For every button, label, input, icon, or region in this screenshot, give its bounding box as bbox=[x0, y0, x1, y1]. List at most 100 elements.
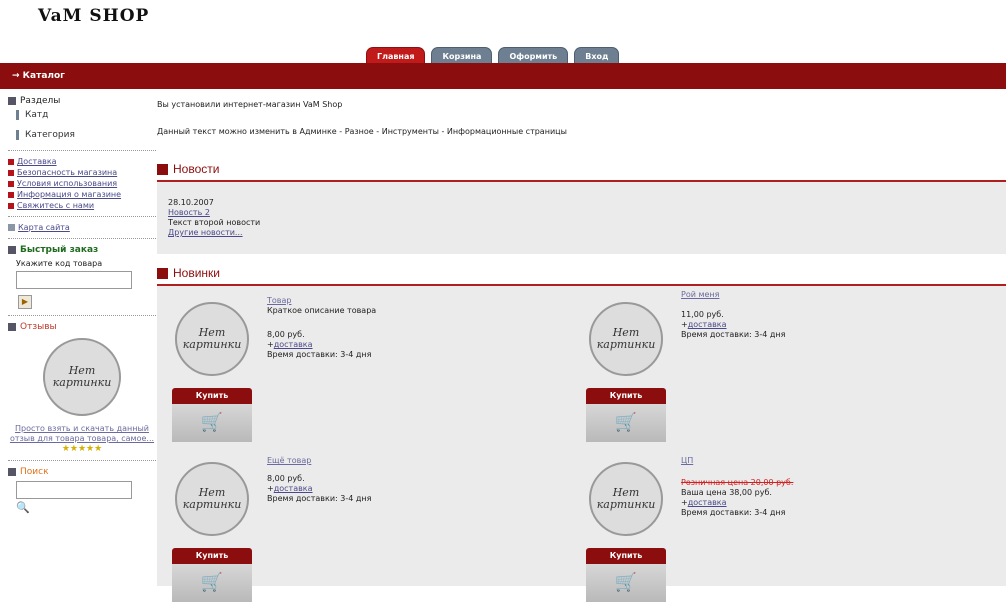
no-image-text: картинки bbox=[596, 498, 656, 511]
divider bbox=[8, 216, 156, 217]
info-link[interactable]: Доставка bbox=[8, 157, 156, 166]
info-links: Доставка Безопасность магазина Условия и… bbox=[8, 157, 156, 210]
delivery-link[interactable]: доставка bbox=[688, 320, 727, 329]
delivery-time: Время доставки: 3-4 дня bbox=[267, 494, 372, 503]
product-no-image[interactable]: Нет картинки bbox=[175, 462, 249, 536]
buy-label: Купить bbox=[586, 388, 666, 404]
news-link[interactable]: Новость 2 bbox=[168, 208, 995, 218]
product-price: 8,00 руб. bbox=[267, 330, 305, 339]
info-link-label[interactable]: Информация о магазине bbox=[17, 190, 121, 199]
sitemap-icon bbox=[8, 224, 15, 231]
sections-header: Разделы bbox=[8, 96, 156, 106]
divider bbox=[8, 238, 156, 239]
reviews-header: Отзывы bbox=[8, 322, 156, 332]
no-image-placeholder[interactable]: Нет картинки bbox=[43, 338, 121, 416]
category-item[interactable]: Катд bbox=[16, 110, 156, 120]
product-price: 11,00 руб. bbox=[681, 310, 724, 319]
info-link-label[interactable]: Свяжитесь с нами bbox=[17, 201, 94, 210]
quick-order-header: Быстрый заказ bbox=[8, 245, 156, 255]
product-short: Краткое описание товара bbox=[267, 306, 377, 315]
delivery-link[interactable]: доставка bbox=[688, 498, 727, 507]
search-input[interactable] bbox=[16, 481, 132, 499]
new-products-header: Новинки bbox=[157, 266, 1006, 286]
no-image-text: картинки bbox=[596, 338, 656, 351]
shop-logo[interactable]: VaM SHOP bbox=[38, 6, 149, 26]
product-name[interactable]: ЦП bbox=[681, 456, 793, 466]
info-link-label[interactable]: Безопасность магазина bbox=[17, 168, 117, 177]
review-image-wrap: Нет картинки bbox=[8, 338, 156, 416]
search-icon[interactable]: 🔍 bbox=[8, 501, 156, 514]
quick-order-label: Укажите код товара bbox=[16, 259, 103, 268]
divider bbox=[8, 150, 156, 151]
search-title: Поиск bbox=[20, 467, 49, 477]
top-tabs: Главная Корзина Оформить Вход bbox=[366, 47, 620, 64]
product-price: 8,00 руб. bbox=[267, 474, 305, 483]
delivery-link[interactable]: доставка bbox=[274, 484, 313, 493]
product-name[interactable]: Товар bbox=[267, 296, 376, 306]
product-info: ЦП Розничная цена 20,00 руб. Ваша цена 3… bbox=[681, 456, 794, 517]
category-list: Катд Категория bbox=[8, 110, 156, 140]
buy-button[interactable]: Купить 🛒 bbox=[586, 548, 666, 602]
product-name[interactable]: Рой меня bbox=[681, 290, 785, 300]
news-date: 28.10.2007 bbox=[168, 198, 214, 207]
product-card: Нет картинки Товар Краткое описание товар… bbox=[157, 292, 537, 442]
new-products-title: Новинки bbox=[173, 266, 220, 280]
products-grid: Нет картинки Товар Краткое описание товар… bbox=[157, 286, 1006, 602]
info-link[interactable]: Безопасность магазина bbox=[8, 168, 156, 177]
quick-order-submit-button[interactable]: ▶ bbox=[18, 295, 32, 309]
product-no-image[interactable]: Нет картинки bbox=[589, 462, 663, 536]
sitemap-link[interactable]: Карта сайта bbox=[8, 223, 156, 232]
product-name[interactable]: Ещё товар bbox=[267, 456, 371, 466]
info-link-label[interactable]: Доставка bbox=[17, 157, 57, 166]
bullet-icon bbox=[8, 202, 14, 209]
catalog-bar[interactable]: → Каталог bbox=[0, 63, 1006, 89]
tab-login[interactable]: Вход bbox=[574, 47, 620, 64]
tab-cart[interactable]: Корзина bbox=[431, 47, 493, 64]
delivery-time: Время доставки: 3-4 дня bbox=[681, 508, 786, 517]
quick-order-title: Быстрый заказ bbox=[20, 245, 99, 255]
product-no-image[interactable]: Нет картинки bbox=[175, 302, 249, 376]
buy-label: Купить bbox=[586, 548, 666, 564]
no-image-text: картинки bbox=[52, 376, 112, 389]
info-link[interactable]: Свяжитесь с нами bbox=[8, 201, 156, 210]
delivery-time: Время доставки: 3-4 дня bbox=[681, 330, 786, 339]
bullet-icon bbox=[8, 158, 14, 165]
cart-icon: 🛒 bbox=[586, 404, 666, 442]
tab-checkout[interactable]: Оформить bbox=[498, 47, 569, 64]
tab-home[interactable]: Главная bbox=[366, 47, 426, 64]
info-link-label[interactable]: Условия использования bbox=[17, 179, 117, 188]
section-icon bbox=[157, 267, 168, 279]
product-card: Нет картинки ЦП Розничная цена 20,00 руб.… bbox=[571, 452, 951, 602]
info-link[interactable]: Условия использования bbox=[8, 179, 156, 188]
product-price: Ваша цена 38,00 руб. bbox=[681, 488, 772, 497]
box-icon bbox=[8, 468, 16, 476]
box-icon bbox=[8, 323, 16, 331]
product-card: Нет картинки Ещё товар 8,00 руб. +доставк… bbox=[157, 452, 537, 602]
bullet-icon bbox=[8, 169, 14, 176]
product-no-image[interactable]: Нет картинки bbox=[589, 302, 663, 376]
box-icon bbox=[8, 97, 16, 105]
delivery-link[interactable]: доставка bbox=[274, 340, 313, 349]
info-link[interactable]: Информация о магазине bbox=[8, 190, 156, 199]
news-block: 28.10.2007 Новость 2 Текст второй новост… bbox=[157, 182, 1006, 254]
search-header: Поиск bbox=[8, 467, 156, 477]
sitemap-label[interactable]: Карта сайта bbox=[18, 223, 70, 232]
product-info: Рой меня 11,00 руб. +доставка Время дост… bbox=[681, 290, 786, 339]
product-code-input[interactable] bbox=[16, 271, 132, 289]
review-text-link[interactable]: Просто взять и скачать данный отзыв для … bbox=[8, 424, 156, 444]
more-news-link[interactable]: Другие новости... bbox=[168, 228, 995, 238]
no-image-text: картинки bbox=[182, 338, 242, 351]
buy-label: Купить bbox=[172, 548, 252, 564]
buy-button[interactable]: Купить 🛒 bbox=[586, 388, 666, 442]
buy-button[interactable]: Купить 🛒 bbox=[172, 388, 252, 442]
no-image-text: картинки bbox=[182, 498, 242, 511]
sections-title: Разделы bbox=[20, 96, 61, 106]
welcome-text-2: Данный текст можно изменить в Админке - … bbox=[157, 127, 567, 136]
buy-label: Купить bbox=[172, 388, 252, 404]
product-info: Ещё товар 8,00 руб. +доставка Время дост… bbox=[267, 456, 372, 503]
buy-button[interactable]: Купить 🛒 bbox=[172, 548, 252, 602]
reviews-title: Отзывы bbox=[20, 322, 57, 332]
cart-icon: 🛒 bbox=[172, 404, 252, 442]
category-item[interactable]: Категория bbox=[16, 130, 156, 140]
news-text: Текст второй новости bbox=[168, 218, 261, 227]
